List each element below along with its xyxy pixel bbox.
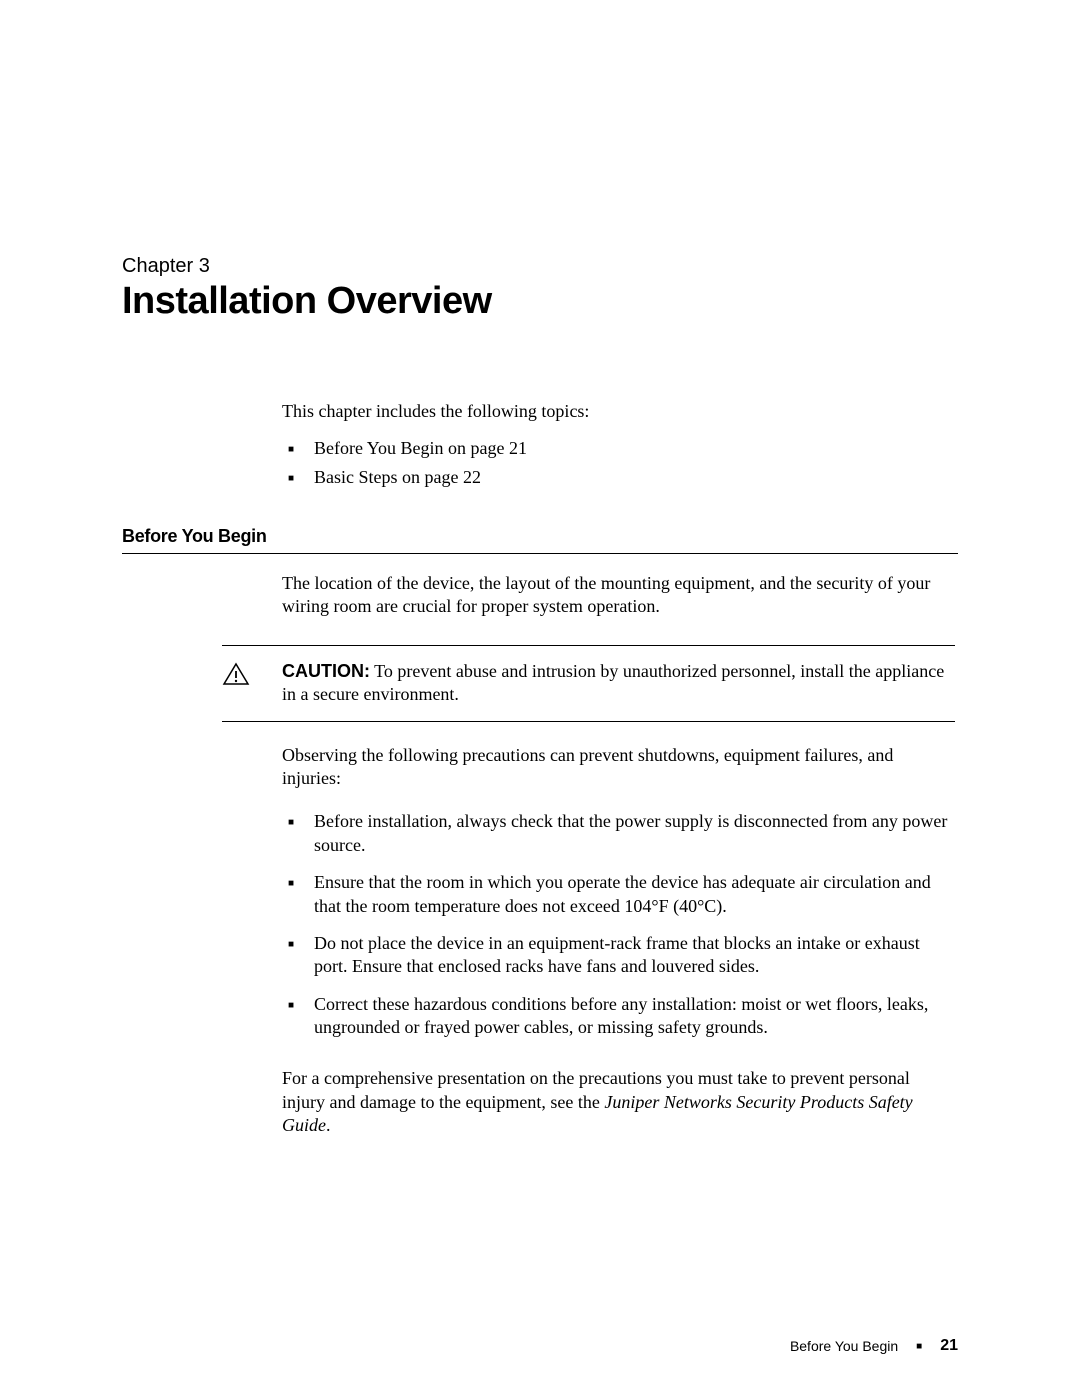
page-content: Chapter 3 Installation Overview This cha… (0, 0, 1080, 1138)
page-footer: Before You Begin ■ 21 (790, 1337, 958, 1355)
footer-section: Before You Begin (790, 1338, 898, 1354)
precaution-item: Ensure that the room in which you operat… (282, 871, 955, 918)
precaution-item: Do not place the device in an equipment-… (282, 932, 955, 979)
caution-icon (222, 662, 250, 686)
location-text: The location of the device, the layout o… (282, 572, 955, 619)
closing-text: For a comprehensive presentation on the … (282, 1067, 955, 1137)
caution-text: CAUTION: To prevent abuse and intrusion … (282, 660, 955, 707)
precautions-list: Before installation, always check that t… (282, 810, 955, 1039)
intro-text: This chapter includes the following topi… (282, 401, 955, 422)
section-header: Before You Begin (122, 526, 958, 554)
caution-label: CAUTION: (282, 661, 370, 681)
caution-body: To prevent abuse and intrusion by unauth… (282, 661, 944, 704)
footer-bullet-icon: ■ (916, 1341, 922, 1352)
caution-box: CAUTION: To prevent abuse and intrusion … (222, 645, 955, 722)
precaution-item: Before installation, always check that t… (282, 810, 955, 857)
topic-list: Before You Begin on page 21 Basic Steps … (282, 438, 955, 488)
topic-item: Basic Steps on page 22 (282, 467, 955, 488)
footer-page-number: 21 (940, 1337, 958, 1355)
chapter-title: Installation Overview (122, 280, 958, 323)
topic-item: Before You Begin on page 21 (282, 438, 955, 459)
precaution-item: Correct these hazardous conditions befor… (282, 993, 955, 1040)
precautions-intro: Observing the following precautions can … (282, 744, 955, 791)
intro-block: This chapter includes the following topi… (282, 401, 955, 488)
closing-after: . (326, 1115, 331, 1135)
section-rule (122, 553, 958, 554)
section-title: Before You Begin (122, 526, 958, 547)
chapter-label: Chapter 3 (122, 255, 958, 278)
section-body: The location of the device, the layout o… (282, 572, 955, 619)
